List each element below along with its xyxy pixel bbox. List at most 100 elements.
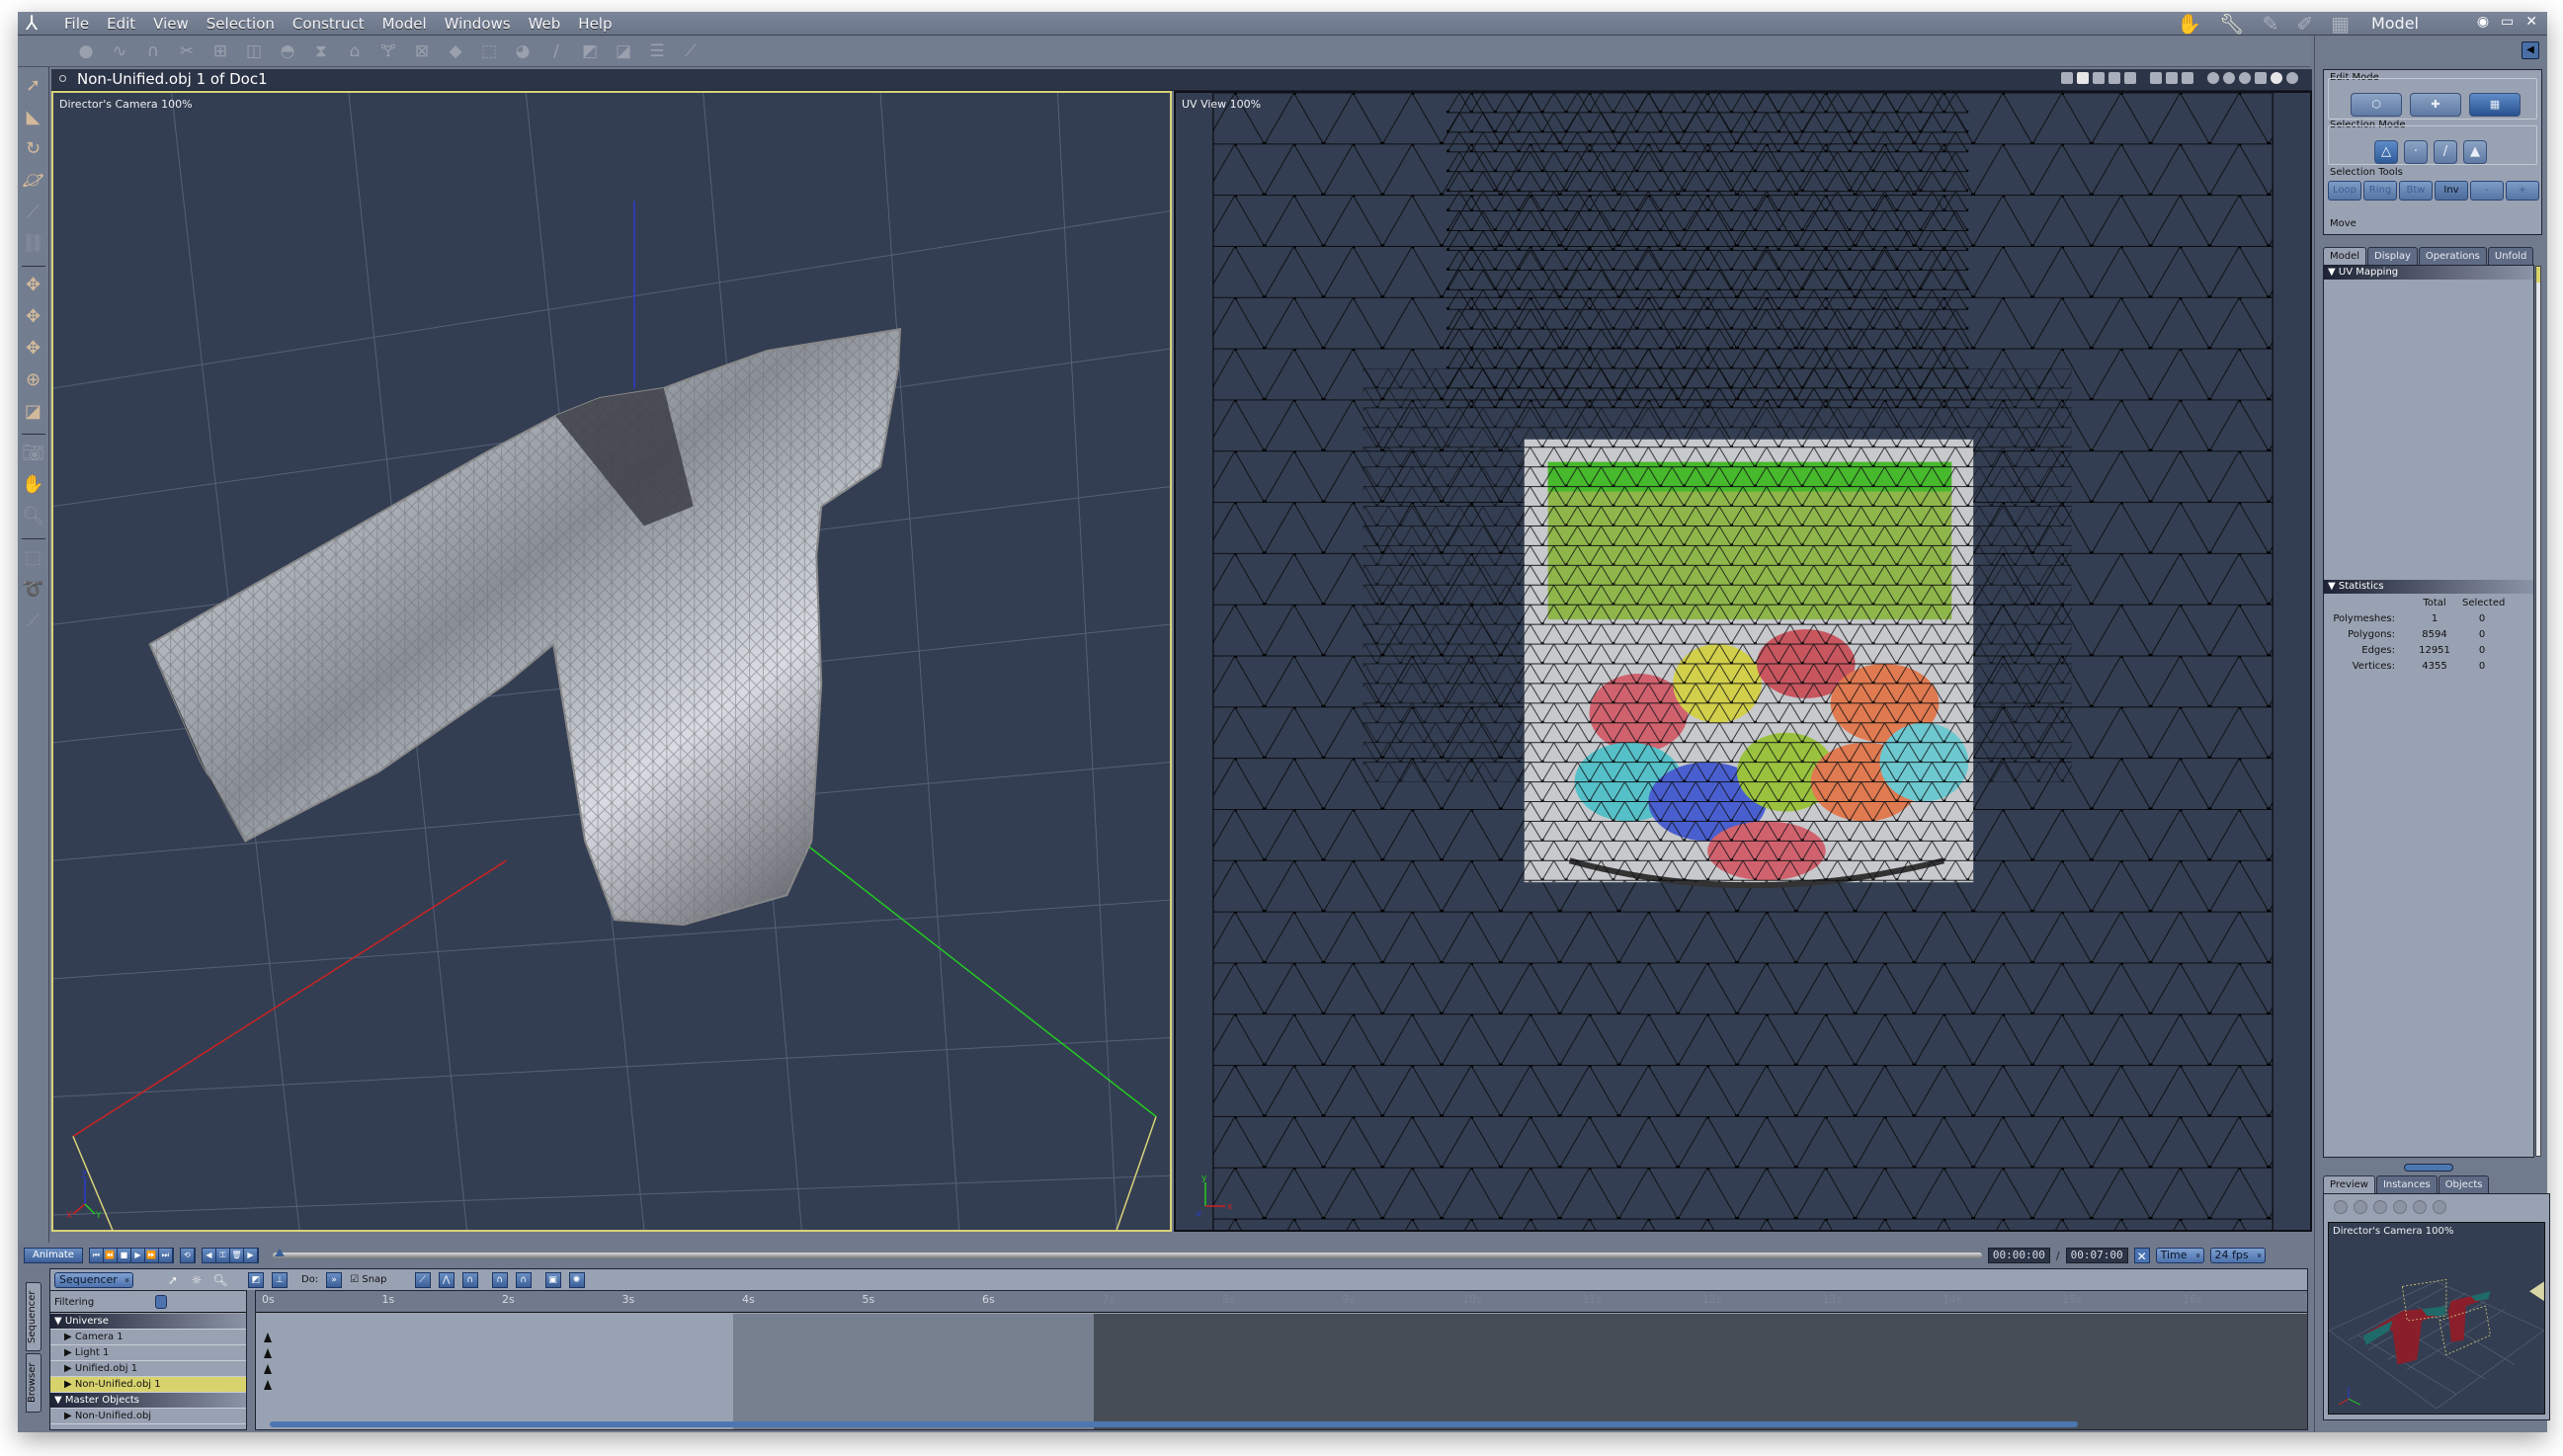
prev-key-icon[interactable]: ◀: [202, 1249, 216, 1262]
tab-sequencer[interactable]: Sequencer: [26, 1282, 41, 1351]
film-icon[interactable]: ▦: [2331, 12, 2350, 36]
layout-three-alt-icon[interactable]: [2124, 72, 2136, 84]
move-xy-icon[interactable]: ✥: [21, 304, 46, 330]
perspective-viewport[interactable]: Director's Camera 100% Z X Y: [51, 91, 1172, 1232]
room-icon[interactable]: ◪: [21, 399, 46, 425]
keyframe-marker[interactable]: [264, 1380, 272, 1390]
tree-row[interactable]: ▶ Unified.obj 1: [50, 1361, 246, 1377]
paper-bag-icon[interactable]: ⬚: [478, 40, 500, 62]
microphone-icon[interactable]: ⟋: [21, 200, 46, 225]
hidden-line-render-icon[interactable]: [2239, 72, 2251, 84]
brush-icon[interactable]: ✐: [2296, 12, 2313, 36]
bend-icon[interactable]: ◩: [579, 40, 601, 62]
flat-shade-render-icon[interactable]: [2393, 1200, 2407, 1214]
sequencer-mode-dropdown[interactable]: Sequencer: [54, 1271, 133, 1288]
tab-unfold[interactable]: Unfold: [2487, 247, 2534, 265]
uv-mapping-section-header[interactable]: ▼ UV Mapping: [2324, 266, 2533, 280]
track-area[interactable]: 0s 1s 2s 3s 4s 5s 6s 7s 8s 9s 10s 11s 12s 13s 14s 15s 16…: [255, 1290, 2308, 1430]
tree-row[interactable]: ▶ Light 1: [50, 1345, 246, 1361]
universal-move-icon[interactable]: ⊕: [21, 367, 46, 393]
layout-three-icon[interactable]: [2108, 72, 2120, 84]
light-icon[interactable]: ☼: [189, 1272, 205, 1288]
select-polygon-button[interactable]: △: [2374, 140, 2398, 164]
preview-viewport[interactable]: Director's Camera 100%: [2328, 1222, 2545, 1415]
key-icon[interactable]: ⚿: [215, 1249, 230, 1262]
next-key-icon[interactable]: ▶: [243, 1249, 258, 1262]
twist-icon[interactable]: ◪: [613, 40, 634, 62]
pointer-icon[interactable]: ◣: [21, 105, 46, 130]
close-icon[interactable]: ✕: [2525, 14, 2537, 30]
loop-toggle-icon[interactable]: ✕: [2133, 1248, 2150, 1263]
orbit-icon[interactable]: 🪐︎: [21, 168, 46, 194]
texture-render-icon[interactable]: [2433, 1200, 2446, 1214]
menu-file[interactable]: File: [55, 15, 98, 33]
play-icon[interactable]: ▶: [130, 1249, 145, 1262]
cube-shade-icon[interactable]: ◆: [445, 40, 466, 62]
keyframe-marker[interactable]: [264, 1333, 272, 1342]
shield-view-icon[interactable]: [2150, 72, 2162, 84]
loop-icon[interactable]: ⟲: [180, 1249, 195, 1262]
wireframe-render-icon[interactable]: [2223, 72, 2235, 84]
texture-render-icon[interactable]: [2286, 72, 2298, 84]
menu-construct[interactable]: Construct: [284, 15, 373, 33]
tab-instances[interactable]: Instances: [2375, 1175, 2438, 1193]
select-face-button[interactable]: ▲: [2463, 140, 2487, 164]
go-to-start-icon[interactable]: ⏮: [89, 1249, 104, 1262]
extrude-icon[interactable]: ⌂: [344, 40, 366, 62]
move-yz-icon[interactable]: ✥: [21, 336, 46, 362]
link-icon[interactable]: ⛓: [21, 231, 46, 257]
keyframe-marker[interactable]: [264, 1348, 272, 1358]
maximize-icon[interactable]: ▭: [2501, 14, 2514, 30]
timeline-horizontal-scrollbar[interactable]: [270, 1421, 2078, 1427]
select-arrow-icon[interactable]: ➚: [165, 1272, 181, 1288]
layout-four-icon[interactable]: [2093, 72, 2105, 84]
add-point-icon[interactable]: ⊞: [209, 40, 231, 62]
edit-mode-body-button[interactable]: ✚: [2410, 93, 2461, 117]
tree-row[interactable]: ▶ Camera 1: [50, 1330, 246, 1345]
fit-view-icon[interactable]: ◩: [248, 1271, 264, 1288]
fps-dropdown[interactable]: 24 fps: [2209, 1248, 2266, 1263]
go-to-end-icon[interactable]: ⏭: [158, 1249, 173, 1262]
menu-view[interactable]: View: [144, 15, 198, 33]
time-scrubber-knob[interactable]: [274, 1249, 285, 1256]
tree-row[interactable]: ▼ Master Objects: [50, 1393, 246, 1409]
rewind-icon[interactable]: ⏪: [103, 1249, 118, 1262]
end-time-field[interactable]: 00:07:00: [2065, 1248, 2128, 1263]
fit-time-icon[interactable]: ⊥: [272, 1271, 288, 1288]
menu-windows[interactable]: Windows: [436, 15, 520, 33]
menu-selection[interactable]: Selection: [198, 15, 284, 33]
layout-single-icon[interactable]: [2061, 72, 2073, 84]
hand-icon[interactable]: ✋: [21, 472, 46, 498]
lasso-icon[interactable]: ➰: [21, 577, 46, 603]
curve-linear-icon[interactable]: ⋀: [438, 1271, 455, 1288]
select-vertex-button[interactable]: ·: [2404, 140, 2428, 164]
shrink-selection-button[interactable]: -: [2470, 181, 2504, 201]
curve-ease-out-icon[interactable]: ∩: [515, 1271, 532, 1288]
grow-selection-button[interactable]: +: [2506, 181, 2539, 201]
curve-ease-icon[interactable]: ∩: [461, 1271, 478, 1288]
fast-forward-icon[interactable]: ⏩: [144, 1249, 159, 1262]
smooth-shade-render-icon[interactable]: [2413, 1200, 2427, 1214]
rotate-icon[interactable]: ↻: [21, 136, 46, 162]
dome-icon[interactable]: ◓: [277, 40, 298, 62]
edit-mode-uv-button[interactable]: ▦: [2469, 93, 2521, 117]
wireframe-render-icon[interactable]: [2354, 1200, 2367, 1214]
keyframe-marker[interactable]: [264, 1364, 272, 1374]
curve-ease-in-icon[interactable]: ∩: [491, 1271, 508, 1288]
scissors-icon[interactable]: ✂: [176, 40, 198, 62]
uv-viewport[interactable]: UV View 100% y x -z: [1174, 91, 2312, 1232]
glass-icon[interactable]: 🝖︎: [377, 40, 399, 62]
flat-shade-render-icon[interactable]: [2255, 72, 2267, 84]
tree-row[interactable]: ▼ Universe: [50, 1314, 246, 1330]
tab-browser[interactable]: Browser: [26, 1353, 41, 1413]
hidden-line-render-icon[interactable]: [2373, 1200, 2387, 1214]
zoom-icon[interactable]: 🔍︎: [21, 504, 46, 529]
ball-icon[interactable]: ◕: [512, 40, 534, 62]
cross-box-icon[interactable]: ⊠: [411, 40, 433, 62]
tab-display[interactable]: Display: [2367, 247, 2418, 265]
menu-model[interactable]: Model: [373, 15, 436, 33]
key-light-icon[interactable]: ✺: [568, 1271, 585, 1288]
smooth-shade-render-icon[interactable]: [2271, 72, 2282, 84]
tab-model[interactable]: Model: [2323, 247, 2367, 265]
properties-scrollbar[interactable]: [2535, 266, 2541, 1157]
